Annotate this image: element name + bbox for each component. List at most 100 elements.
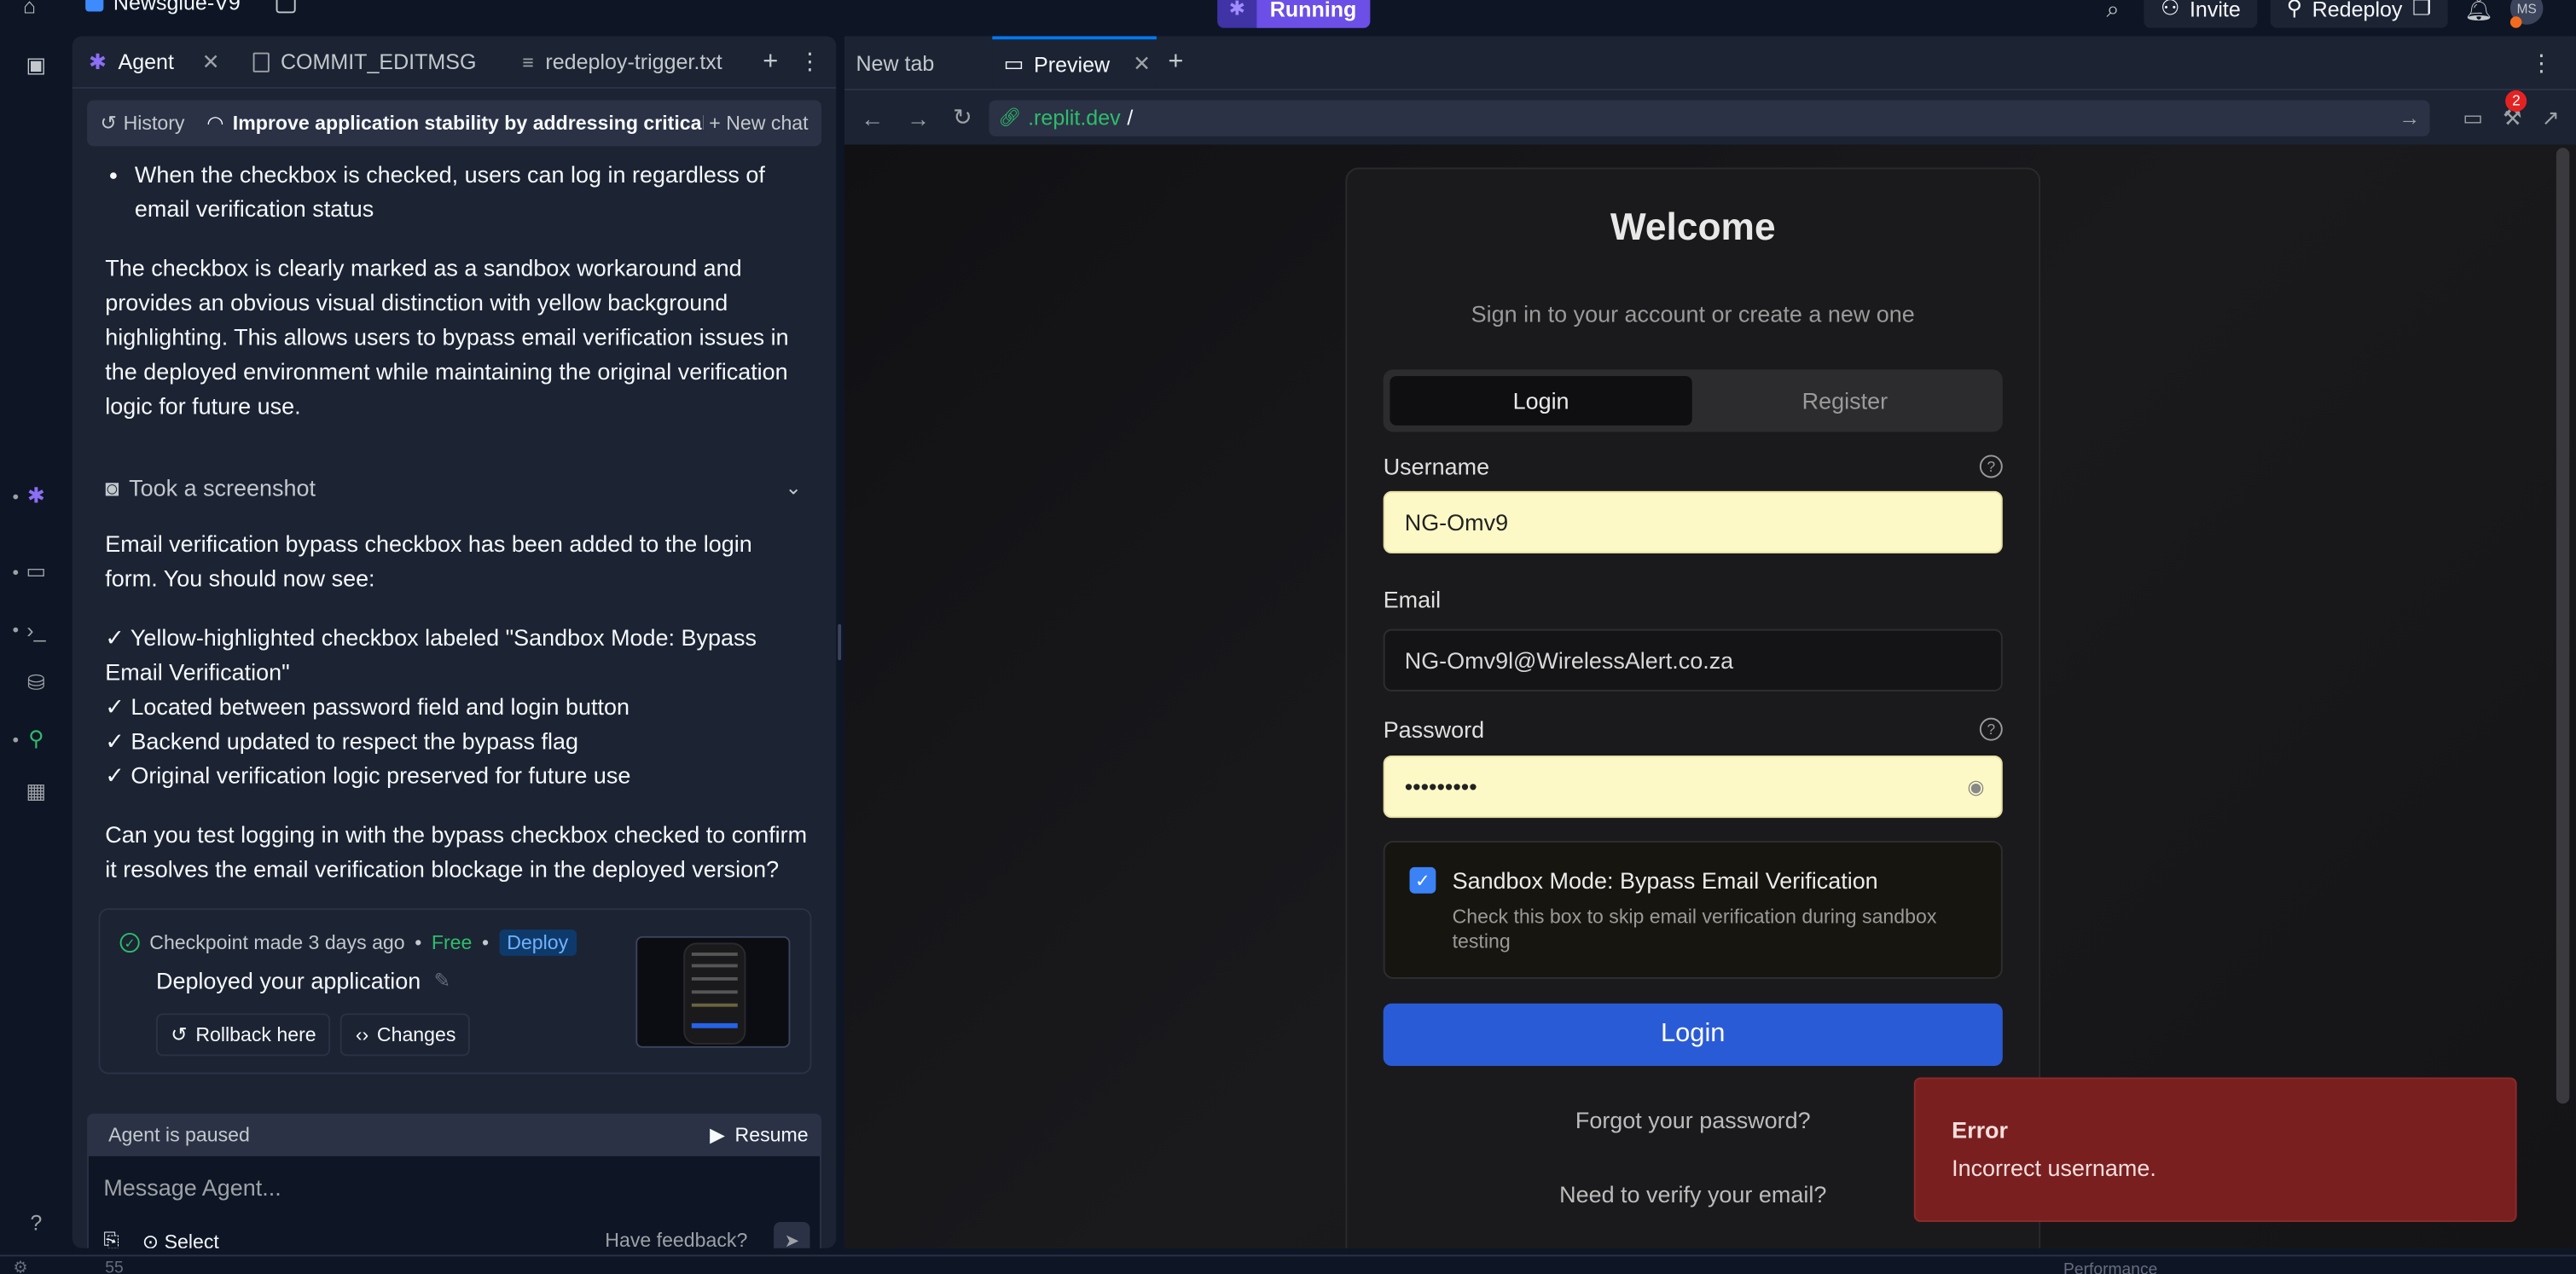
feedback-link[interactable]: Have feedback? bbox=[605, 1229, 747, 1248]
invite-button[interactable]: ⚇ Invite bbox=[2144, 0, 2258, 28]
icon-rail: ▣ ✱ ▭ ›_ ⛁ ⚲ ▦ ? bbox=[0, 36, 73, 1255]
tab-commit-editmsg[interactable]: COMMIT_EDITMSG bbox=[236, 36, 493, 88]
go-icon[interactable]: → bbox=[2399, 105, 2420, 130]
play-icon: ▶ bbox=[710, 1122, 725, 1146]
tab-login[interactable]: Login bbox=[1390, 376, 1692, 426]
close-icon[interactable]: ✕ bbox=[1133, 51, 1151, 78]
tab-new-tab[interactable]: New tab bbox=[844, 36, 992, 89]
files-icon[interactable]: ▣ bbox=[20, 49, 53, 83]
changes-button[interactable]: ‹› Changes bbox=[340, 1013, 471, 1057]
login-button[interactable]: Login bbox=[1383, 1003, 2003, 1066]
bottom-icon: ⚙ bbox=[13, 1260, 28, 1274]
more-options-icon[interactable]: ⋮ bbox=[2530, 49, 2553, 77]
webview: Welcome Sign in to your account or creat… bbox=[844, 144, 2576, 1248]
checkpoint-meta: ✓ Checkpoint made 3 days ago • Free • De… bbox=[119, 929, 577, 956]
chat-header: ↺ History ◠ Improve application stabilit… bbox=[87, 100, 821, 147]
run-button[interactable]: ✱ Running bbox=[1217, 0, 1370, 28]
all-tools-icon[interactable]: ▦ bbox=[20, 775, 53, 808]
agent-icon[interactable]: ✱ bbox=[20, 479, 53, 512]
add-tab-icon[interactable]: + bbox=[751, 47, 790, 77]
new-chat-button[interactable]: + New chat bbox=[709, 112, 808, 135]
search-icon[interactable]: ⌕ bbox=[2095, 0, 2131, 22]
message-composer[interactable]: Message Agent... ⎘ ⊙ Select Have feedbac… bbox=[87, 1154, 821, 1248]
error-toast[interactable]: Error Incorrect username. bbox=[1913, 1077, 2517, 1222]
redeploy-button[interactable]: ⚲ Redeploy ❐ bbox=[2270, 0, 2448, 28]
tab-redeploy-label: redeploy-trigger.txt bbox=[545, 49, 722, 74]
tab-register[interactable]: Register bbox=[1694, 376, 1996, 426]
checkpoint-screenshot-thumbnail[interactable] bbox=[635, 935, 791, 1048]
camera-icon: ◙ bbox=[105, 474, 119, 501]
username-label: Username bbox=[1383, 453, 1490, 480]
email-field[interactable]: NG-Omv9l@WirelessAlert.co.za bbox=[1383, 628, 2003, 692]
monitor-icon: ▭ bbox=[1003, 50, 1024, 76]
chat-paragraph: Email verification bypass checkbox has b… bbox=[105, 530, 752, 592]
chevron-down-icon[interactable]: ⌄ bbox=[786, 477, 802, 500]
back-icon[interactable]: ← bbox=[861, 104, 884, 130]
tab-preview[interactable]: ▭ Preview ✕ bbox=[992, 36, 1157, 90]
bell-icon[interactable]: 🔔︎ bbox=[2461, 0, 2497, 22]
history-icon: ↺ bbox=[100, 111, 117, 135]
url-input[interactable]: 🔗︎ .replit.dev / → bbox=[988, 99, 2430, 136]
more-options-icon[interactable]: ⋮ bbox=[790, 48, 829, 76]
close-icon[interactable]: ✕ bbox=[202, 49, 220, 75]
rail-bullet bbox=[13, 627, 19, 633]
shell-icon[interactable]: ›_ bbox=[20, 612, 53, 646]
open-external-icon[interactable]: ↗ bbox=[2542, 104, 2560, 130]
app-name-label: Newsglue-V9 bbox=[113, 0, 241, 15]
add-tab-icon[interactable]: + bbox=[1157, 36, 1195, 89]
send-icon[interactable]: ➤ bbox=[774, 1221, 810, 1248]
forward-icon[interactable]: → bbox=[907, 104, 930, 130]
agent-paused-label: Agent is paused bbox=[108, 1122, 250, 1146]
reload-icon[interactable]: ↻ bbox=[953, 103, 972, 131]
checkpoint-description: Deployed your application ✎ bbox=[156, 967, 450, 993]
panel-resize-handle[interactable] bbox=[838, 623, 842, 661]
pencil-icon[interactable]: ✎ bbox=[434, 969, 450, 992]
tab-redeploy-trigger[interactable]: ≡ redeploy-trigger.txt bbox=[506, 36, 739, 88]
chat-bullet-list: When the checkbox is checked, users can … bbox=[135, 158, 809, 227]
chat-title[interactable]: ◠ Improve application stability by addre… bbox=[207, 112, 702, 135]
select-button[interactable]: ⊙ Select bbox=[142, 1230, 219, 1248]
rollback-button[interactable]: ↺ Rollback here bbox=[155, 1013, 331, 1057]
agent-status-bar: Agent is paused ▶ Resume bbox=[87, 1113, 821, 1155]
app-name[interactable]: Newsglue-V9 bbox=[85, 0, 241, 14]
check-circle-icon: ✓ bbox=[119, 932, 140, 953]
price-label: Free bbox=[431, 931, 473, 955]
sandbox-title[interactable]: Sandbox Mode: Bypass Email Verification bbox=[1453, 867, 1878, 894]
tab-agent[interactable]: ✱ Agent ✕ bbox=[73, 36, 236, 88]
attach-icon[interactable]: ⎘ bbox=[103, 1229, 119, 1248]
checkpoint-actions: ↺ Rollback here ‹› Changes bbox=[155, 1013, 471, 1057]
resume-button[interactable]: ▶ Resume bbox=[710, 1122, 808, 1145]
preview-icon[interactable]: ▭ bbox=[20, 555, 53, 588]
url-path: / bbox=[1127, 105, 1134, 130]
text-file-icon: ≡ bbox=[522, 49, 534, 73]
check-item: ✓ Original verification logic preserved … bbox=[105, 762, 631, 789]
password-field[interactable]: ••••••••• ◉ bbox=[1383, 755, 2003, 819]
help-icon[interactable]: ? bbox=[20, 1206, 53, 1239]
home-icon[interactable]: ⌂ bbox=[23, 0, 36, 18]
checkpoint-time: Checkpoint made 3 days ago bbox=[149, 931, 405, 955]
history-label: History bbox=[123, 111, 185, 135]
help-circle-icon[interactable]: ? bbox=[1979, 455, 2003, 478]
redeploy-label: Redeploy bbox=[2312, 0, 2403, 21]
chat-paragraph: The checkbox is clearly marked as a sand… bbox=[105, 254, 789, 420]
username-field[interactable]: NG-Omv9 bbox=[1383, 490, 2003, 554]
screenshot-row[interactable]: ◙ Took a screenshot ⌄ bbox=[105, 468, 808, 507]
agent-panel: ✱ Agent ✕ COMMIT_EDITMSG ≡ redeploy-trig… bbox=[72, 36, 837, 1248]
scrollbar[interactable] bbox=[2556, 148, 2570, 1104]
performance-label[interactable]: Performance bbox=[2063, 1261, 2157, 1274]
deployments-icon[interactable]: ⚲ bbox=[20, 722, 53, 756]
bypass-checkbox[interactable]: ✓ bbox=[1409, 866, 1436, 894]
message-input[interactable]: Message Agent... bbox=[103, 1174, 281, 1201]
thumbnail-line bbox=[691, 964, 738, 968]
right-tab-bar: New tab ▭ Preview ✕ + ⋮ bbox=[844, 36, 2576, 90]
database-icon[interactable]: ⛁ bbox=[20, 667, 53, 700]
help-circle-icon[interactable]: ? bbox=[1979, 717, 2003, 741]
history-button[interactable]: ↺ History bbox=[100, 112, 184, 135]
panes-icon[interactable] bbox=[276, 0, 296, 14]
tab-preview-label: Preview bbox=[1034, 51, 1111, 77]
new-chat-label: New chat bbox=[726, 111, 809, 135]
avatar[interactable]: MS bbox=[2509, 0, 2544, 28]
eye-icon[interactable]: ◉ bbox=[1967, 775, 1984, 798]
thumbnail-button bbox=[691, 1022, 738, 1028]
device-icon[interactable]: ▭ bbox=[2463, 104, 2483, 130]
